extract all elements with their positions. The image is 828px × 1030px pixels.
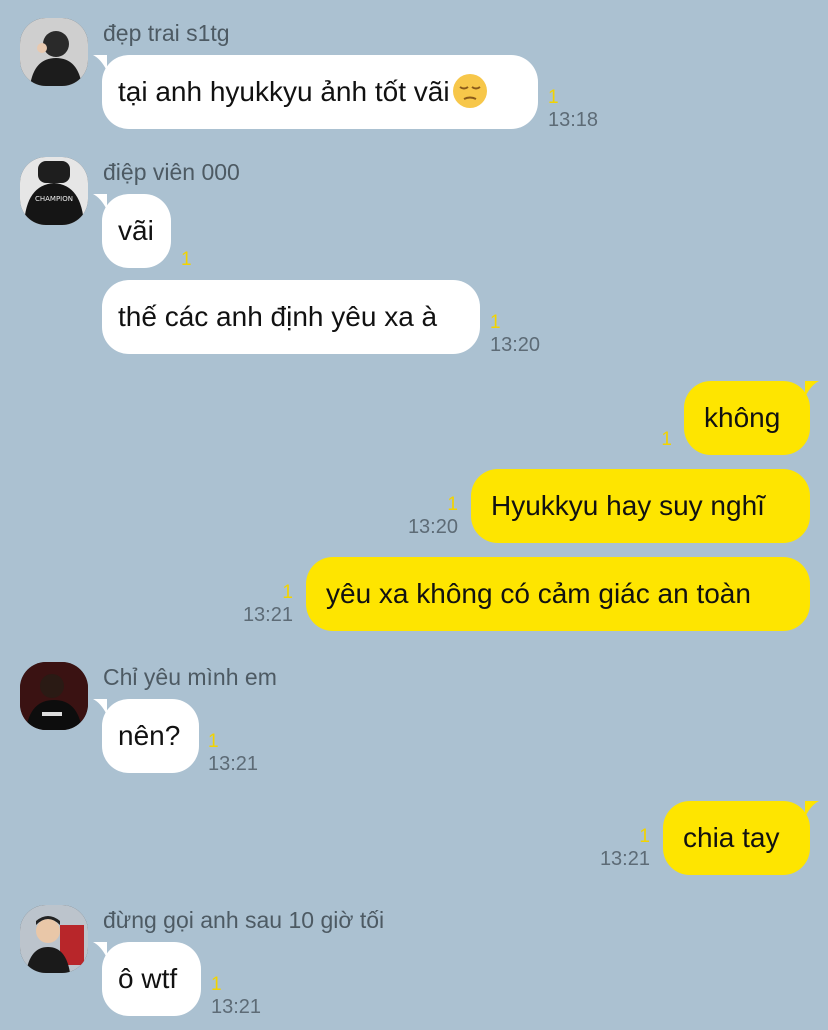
- message-meta: 1 13:18: [548, 87, 598, 131]
- message-bubble-outgoing[interactable]: không: [684, 381, 819, 455]
- unread-count: 1: [181, 249, 192, 270]
- message-text: yêu xa không có cảm giác an toàn: [326, 578, 751, 609]
- avatar[interactable]: CHAMPION: [20, 157, 88, 225]
- timestamp: 13:20: [490, 334, 541, 356]
- timestamp: 13:21: [242, 604, 293, 626]
- sender-name: điệp viên 000: [103, 159, 240, 185]
- message-meta: 1 13:21: [211, 974, 261, 1018]
- svg-text:CHAMPION: CHAMPION: [35, 195, 73, 203]
- message-meta: 1 13:21: [208, 731, 258, 775]
- message-bubble-outgoing[interactable]: yêu xa không có cảm giác an toàn: [306, 557, 810, 631]
- message-meta: 1 13:20: [408, 494, 458, 538]
- message-bubble-incoming[interactable]: thế các anh định yêu xa à: [102, 280, 480, 354]
- unread-count: 1: [208, 731, 219, 752]
- timestamp: 13:18: [548, 109, 599, 131]
- unread-count: 1: [661, 429, 672, 450]
- message-text: vãi: [118, 215, 154, 246]
- avatar[interactable]: [20, 662, 88, 730]
- message-bubble-incoming[interactable]: ô wtf: [93, 942, 201, 1016]
- message-bubble-incoming[interactable]: vãi: [93, 194, 171, 268]
- timestamp: 13:20: [407, 516, 458, 538]
- message-text: Hyukkyu hay suy nghĩ: [491, 490, 765, 521]
- unread-count: 1: [639, 826, 650, 847]
- unread-count: 1: [447, 494, 458, 515]
- timestamp: 13:21: [208, 753, 259, 775]
- unread-count: 1: [548, 87, 559, 108]
- unread-count: 1: [282, 582, 293, 603]
- message-bubble-outgoing[interactable]: Hyukkyu hay suy nghĩ: [471, 469, 810, 543]
- sender-name: Chỉ yêu mình em: [103, 664, 277, 690]
- message-bubble-incoming[interactable]: tại anh hyukkyu ảnh tốt vãi: [93, 55, 538, 129]
- message-meta: 1 13:21: [600, 826, 650, 870]
- message-meta: 1: [661, 429, 672, 451]
- message-bubble-incoming[interactable]: nên?: [93, 699, 199, 773]
- message-text: thế các anh định yêu xa à: [118, 301, 438, 332]
- message-text: ô wtf: [118, 963, 178, 994]
- unread-count: 1: [490, 312, 501, 333]
- message-text: chia tay: [683, 822, 780, 853]
- sender-name: đẹp trai s1tg: [103, 20, 230, 46]
- message-bubble-outgoing[interactable]: chia tay: [663, 801, 819, 875]
- avatar[interactable]: [20, 18, 88, 86]
- message-meta: 1: [181, 249, 192, 271]
- sender-name: đừng gọi anh sau 10 giờ tối: [103, 907, 385, 933]
- avatar[interactable]: [20, 905, 88, 973]
- message-text: tại anh hyukkyu ảnh tốt vãi: [118, 76, 450, 107]
- timestamp: 13:21: [599, 848, 650, 870]
- pensive-face-emoji-icon: [452, 74, 487, 108]
- message-text: nên?: [118, 720, 181, 751]
- message-meta: 1 13:21: [243, 582, 293, 626]
- message-meta: 1 13:20: [490, 312, 540, 356]
- message-text: không: [704, 402, 781, 433]
- timestamp: 13:21: [211, 996, 262, 1018]
- unread-count: 1: [211, 974, 222, 995]
